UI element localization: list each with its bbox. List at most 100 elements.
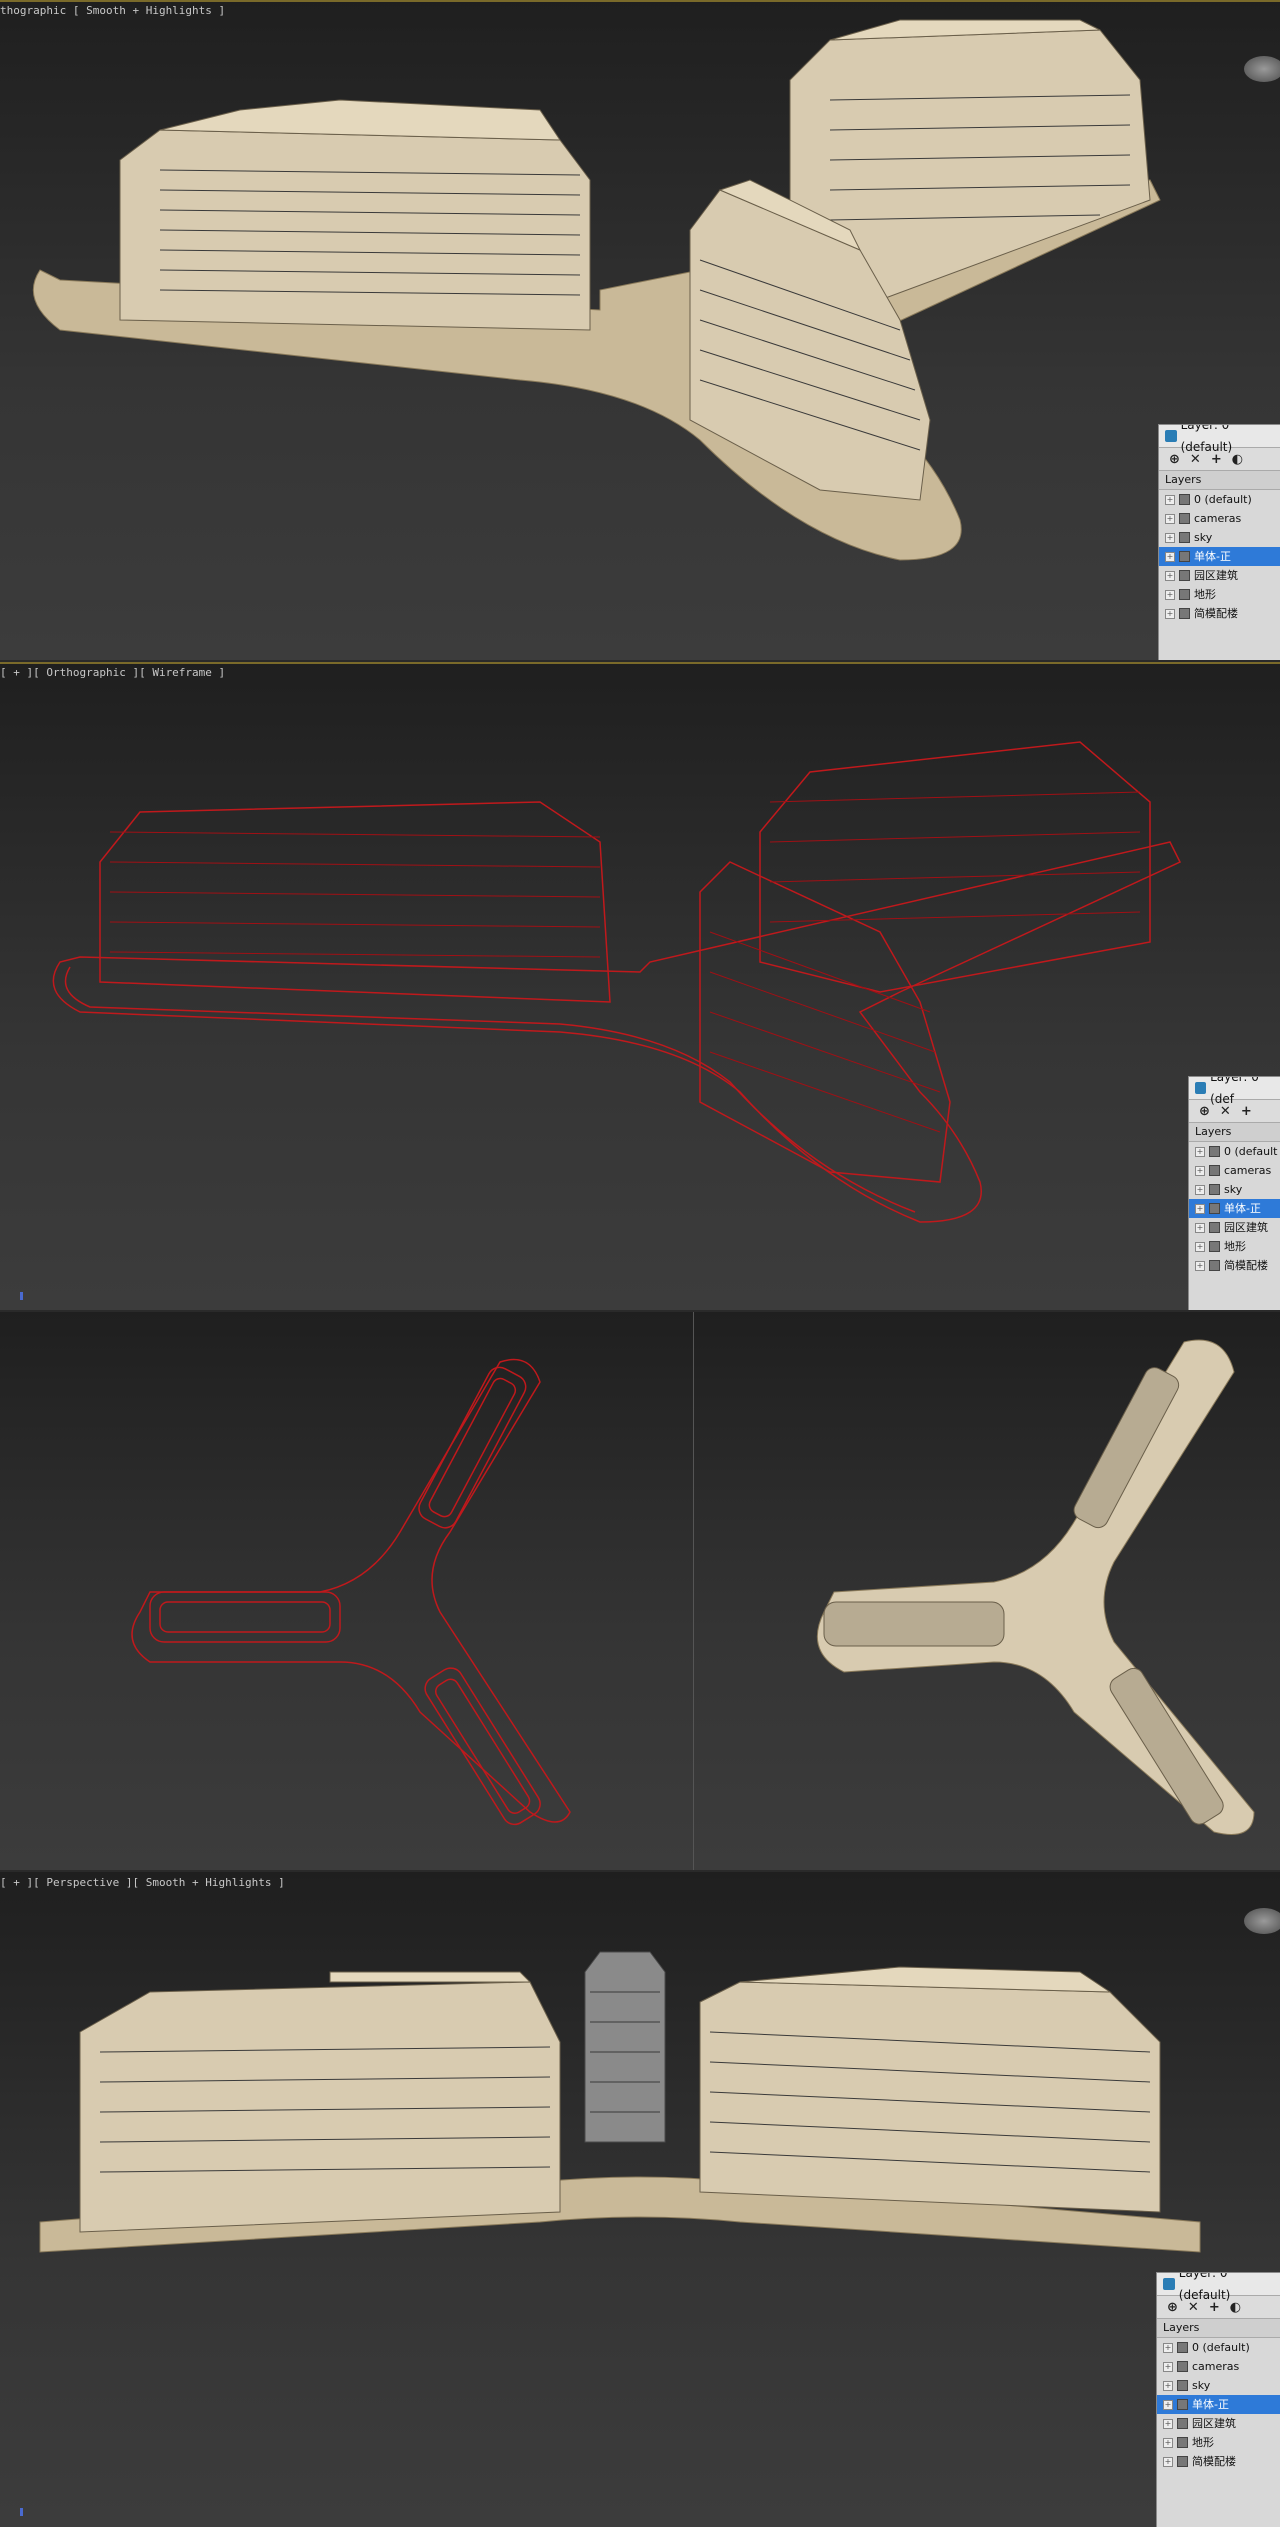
expand-icon[interactable]: + [1165, 589, 1175, 600]
delete-layer-icon[interactable]: ✕ [1220, 1104, 1231, 1119]
building-left [119, 99, 591, 331]
expand-icon[interactable]: + [1195, 1222, 1205, 1233]
layer-row[interactable]: + cameras [1157, 2357, 1280, 2376]
new-layer-icon[interactable]: ⊕ [1199, 1104, 1210, 1119]
delete-layer-icon[interactable]: ✕ [1188, 2300, 1199, 2315]
layer-row-icon [1209, 1165, 1220, 1176]
expand-icon[interactable]: + [1165, 513, 1175, 524]
layer-row-selected[interactable]: + 单体-正 [1189, 1199, 1280, 1218]
layer-row[interactable]: + 地形 [1189, 1237, 1280, 1256]
expand-icon[interactable]: + [1195, 1203, 1205, 1214]
layer-icon [1165, 430, 1177, 442]
expand-icon[interactable]: + [1165, 608, 1175, 619]
layer-row[interactable]: + 简模配楼 [1159, 604, 1280, 623]
layer-row[interactable]: + 园区建筑 [1159, 566, 1280, 585]
expand-icon[interactable]: + [1163, 2399, 1173, 2410]
expand-icon[interactable]: + [1163, 2380, 1173, 2391]
viewport-top-wire[interactable] [0, 1312, 693, 1870]
expand-icon[interactable]: + [1195, 1184, 1205, 1195]
layer-explorer-panel[interactable]: Layer: 0 (default) ⊕ ✕ + ◐ Layers +0 (de… [1158, 424, 1280, 660]
layer-row[interactable]: + cameras [1189, 1161, 1280, 1180]
expand-icon[interactable]: + [1165, 494, 1175, 505]
layer-row[interactable]: + 简模配楼 [1189, 1256, 1280, 1275]
expand-icon[interactable]: + [1165, 532, 1175, 543]
layer-icon [1163, 2278, 1175, 2290]
layer-row-icon [1209, 1260, 1220, 1271]
layer-row[interactable]: +0 (default) [1159, 490, 1280, 509]
viewport-wireframe[interactable]: [ + ][ Orthographic ][ Wireframe ] Layer… [0, 662, 1280, 1310]
select-objects-icon[interactable]: ◐ [1230, 2300, 1241, 2315]
layer-row[interactable]: + 地形 [1159, 585, 1280, 604]
layers-column-header[interactable]: Layers [1157, 2319, 1280, 2338]
viewport-label[interactable]: thographic [ Smooth + Highlights ] [0, 4, 225, 17]
layer-row[interactable]: + sky [1189, 1180, 1280, 1199]
layer-row-icon [1177, 2342, 1188, 2353]
expand-icon[interactable]: + [1163, 2342, 1173, 2353]
layers-column-header[interactable]: Layers [1189, 1123, 1280, 1142]
expand-icon[interactable]: + [1195, 1165, 1205, 1176]
expand-icon[interactable]: + [1195, 1241, 1205, 1252]
layer-row[interactable]: + 简模配楼 [1157, 2452, 1280, 2471]
layer-row-icon [1209, 1203, 1220, 1214]
add-to-layer-icon[interactable]: + [1209, 2300, 1220, 2315]
layer-panel-title[interactable]: Layer: 0 (def [1189, 1077, 1280, 1106]
layer-row-icon [1179, 513, 1190, 524]
layer-panel-title[interactable]: Layer: 0 (default) [1157, 2273, 1280, 2302]
layer-row-icon [1209, 1241, 1220, 1252]
new-layer-icon[interactable]: ⊕ [1167, 2300, 1178, 2315]
layer-explorer-panel[interactable]: Layer: 0 (def ⊕ ✕ + Layers +0 (default +… [1188, 1076, 1280, 1310]
layer-row-icon [1177, 2380, 1188, 2391]
layer-row[interactable]: +0 (default) [1157, 2338, 1280, 2357]
plan-shaded [816, 1339, 1255, 1835]
viewport-top-shaded-plan[interactable] [694, 1312, 1280, 1870]
layer-row[interactable]: + cameras [1159, 509, 1280, 528]
layer-row-icon [1179, 608, 1190, 619]
layer-row-icon [1177, 2399, 1188, 2410]
layer-row-icon [1179, 494, 1190, 505]
layer-explorer-panel[interactable]: Layer: 0 (default) ⊕ ✕ + ◐ Layers +0 (de… [1156, 2272, 1280, 2527]
add-to-layer-icon[interactable]: + [1211, 452, 1222, 467]
layer-panel-title[interactable]: Layer: 0 (default) [1159, 425, 1280, 454]
building-left [79, 1971, 561, 2233]
delete-layer-icon[interactable]: ✕ [1190, 452, 1201, 467]
layer-row-icon [1179, 551, 1190, 562]
expand-icon[interactable]: + [1165, 551, 1175, 562]
layers-column-header[interactable]: Layers [1159, 471, 1280, 490]
layer-row[interactable]: + 园区建筑 [1157, 2414, 1280, 2433]
expand-icon[interactable]: + [1165, 570, 1175, 581]
wire-podium-inner [64, 966, 916, 1213]
layer-row[interactable]: + sky [1157, 2376, 1280, 2395]
add-to-layer-icon[interactable]: + [1241, 1104, 1252, 1119]
layer-row-selected[interactable]: + 单体-正 [1159, 547, 1280, 566]
plan-wireframe [131, 1358, 571, 1826]
expand-icon[interactable]: + [1163, 2456, 1173, 2467]
building-center-tower [584, 1951, 666, 2143]
new-layer-icon[interactable]: ⊕ [1169, 452, 1180, 467]
viewport-label[interactable]: [ + ][ Orthographic ][ Wireframe ] [0, 666, 225, 679]
model-render-perspective [39, 1951, 1201, 2253]
layer-row[interactable]: + sky [1159, 528, 1280, 547]
viewport-perspective[interactable]: [ + ][ Perspective ][ Smooth + Highlight… [0, 1872, 1280, 2527]
layer-row-icon [1179, 532, 1190, 543]
expand-icon[interactable]: + [1195, 1260, 1205, 1271]
layer-row-icon [1177, 2437, 1188, 2448]
layer-row[interactable]: +0 (default [1189, 1142, 1280, 1161]
layer-row[interactable]: + 园区建筑 [1189, 1218, 1280, 1237]
viewport-label[interactable]: [ + ][ Perspective ][ Smooth + Highlight… [0, 1876, 285, 1889]
expand-icon[interactable]: + [1195, 1146, 1205, 1157]
layer-row-icon [1177, 2418, 1188, 2429]
layer-row-icon [1179, 570, 1190, 581]
expand-icon[interactable]: + [1163, 2361, 1173, 2372]
layer-row-selected[interactable]: + 单体-正 [1157, 2395, 1280, 2414]
layer-row-icon [1179, 589, 1190, 600]
layer-row-icon [1209, 1222, 1220, 1233]
expand-icon[interactable]: + [1163, 2437, 1173, 2448]
wire-building-left [99, 801, 611, 1003]
viewport-top-shaded[interactable]: thographic [ Smooth + Highlights ] Layer… [0, 0, 1280, 660]
expand-icon[interactable]: + [1163, 2418, 1173, 2429]
layer-row-icon [1209, 1146, 1220, 1157]
layer-row[interactable]: + 地形 [1157, 2433, 1280, 2452]
layer-icon [1195, 1082, 1207, 1094]
select-objects-icon[interactable]: ◐ [1232, 452, 1243, 467]
layer-row-icon [1177, 2361, 1188, 2372]
